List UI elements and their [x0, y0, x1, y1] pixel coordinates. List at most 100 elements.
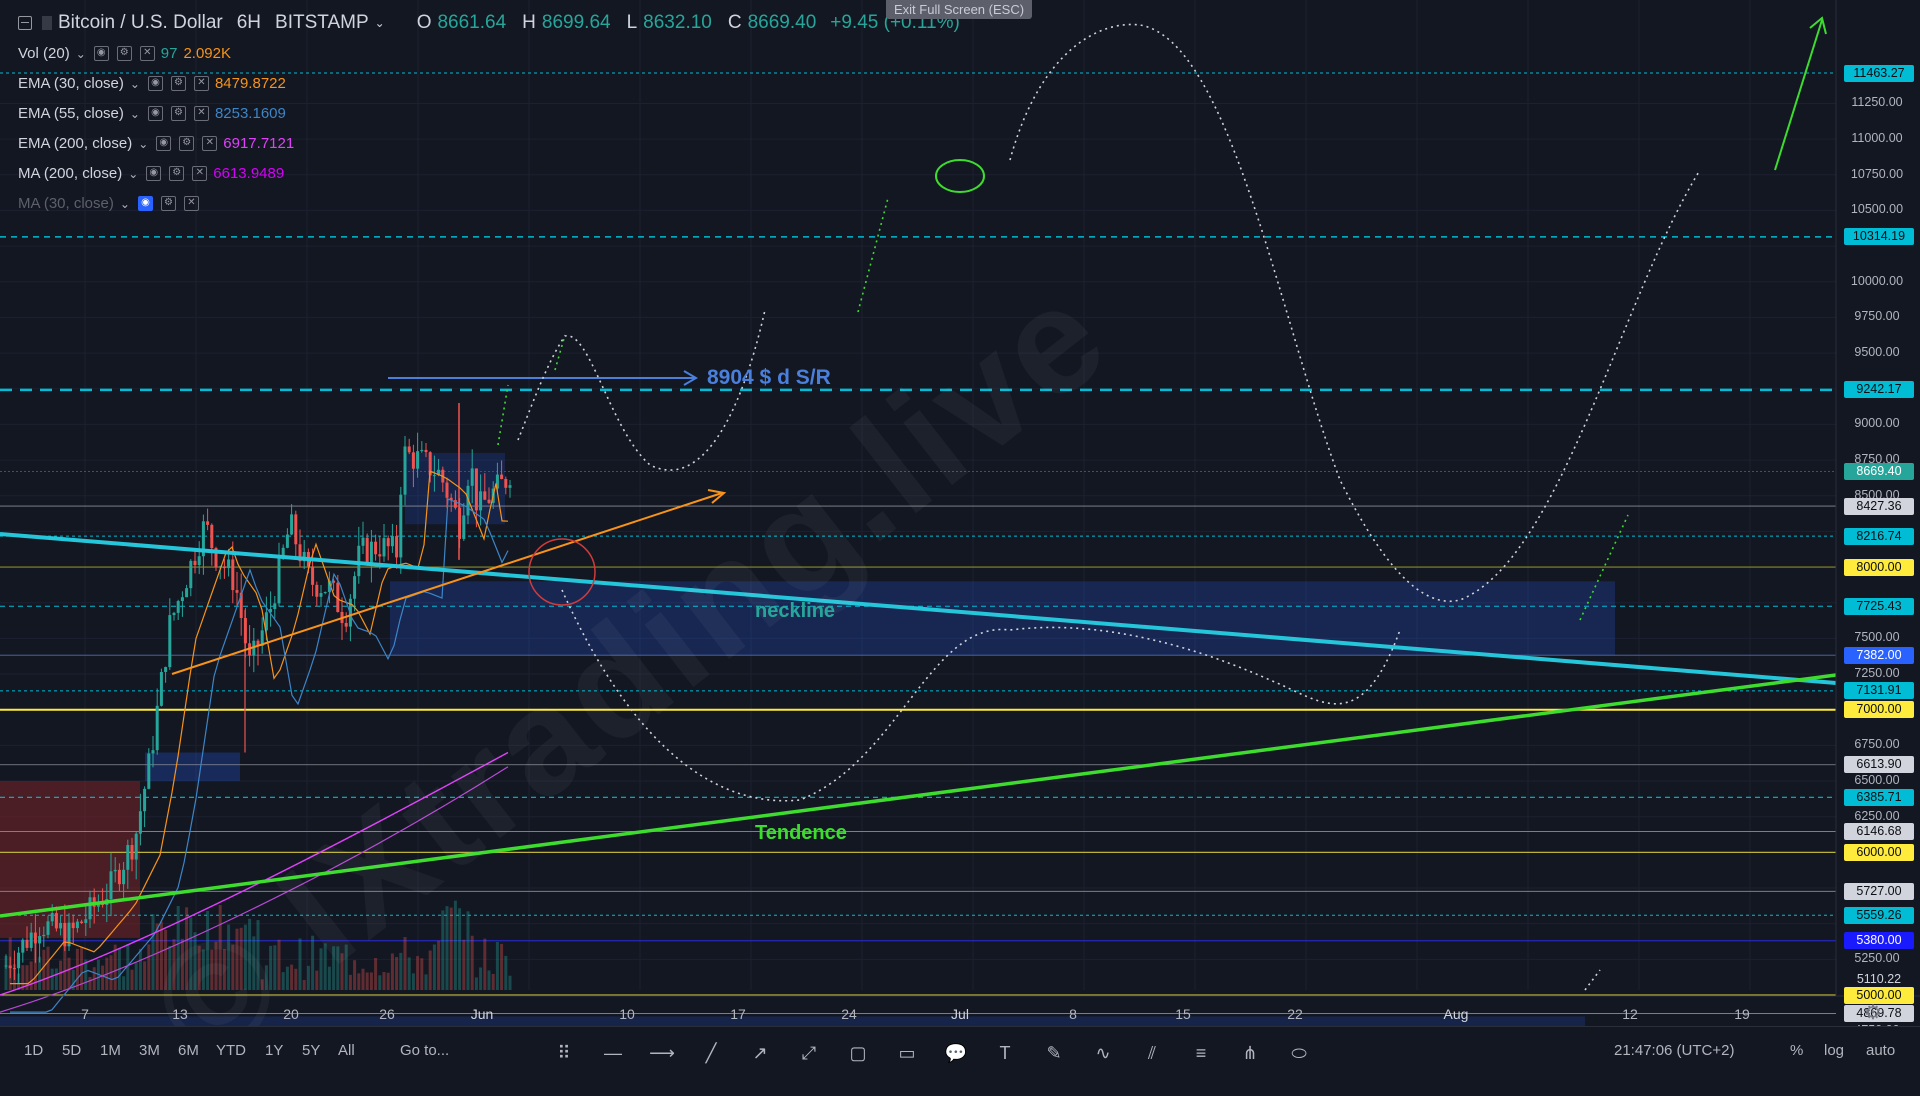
eye-icon[interactable]: ◉ — [147, 106, 163, 121]
close-icon[interactable]: ✕ — [183, 196, 199, 211]
eye-icon[interactable]: ◉ — [156, 136, 172, 151]
ellipse-icon[interactable]: ⬭ — [1286, 1040, 1312, 1066]
exit-fullscreen-tooltip[interactable]: Exit Full Screen (ESC) — [886, 0, 1033, 19]
exchange-label[interactable]: BITSTAMP — [275, 12, 369, 34]
balloon-icon[interactable]: 💬 — [943, 1040, 969, 1066]
indicator-row[interactable]: Vol (20) ⌄ ◉ ⚙ ✕ 97 2.092K — [18, 45, 231, 62]
percent-toggle[interactable]: % — [1790, 1042, 1803, 1059]
indicator-name[interactable]: Vol (20) — [18, 45, 70, 62]
price-level-tag[interactable]: 8669.40 — [1844, 463, 1914, 481]
price-level-tag[interactable]: 10314.19 — [1844, 228, 1914, 246]
fib-retracement-icon[interactable]: ≡ — [1188, 1040, 1214, 1066]
price-level-tag[interactable]: 8427.36 — [1844, 497, 1914, 515]
price-level-tag[interactable]: 7131.91 — [1844, 682, 1914, 700]
low-value: 8632.10 — [643, 12, 712, 33]
indicator-name[interactable]: MA (200, close) — [18, 165, 122, 182]
indicator-row[interactable]: EMA (30, close) ⌄ ◉ ⚙ ✕ 8479.8722 — [18, 75, 286, 92]
eye-icon[interactable]: ◉ — [146, 166, 162, 181]
auto-toggle[interactable]: auto — [1866, 1042, 1895, 1059]
settings-icon[interactable]: ⚙ — [160, 196, 176, 211]
symbol-name[interactable]: Bitcoin / U.S. Dollar — [58, 12, 223, 34]
callout-icon[interactable]: ▭ — [894, 1040, 920, 1066]
volume-bar — [491, 973, 495, 990]
range-button-1y[interactable]: 1Y — [265, 1042, 283, 1059]
indicator-name[interactable]: EMA (55, close) — [18, 105, 124, 122]
range-button-6m[interactable]: 6M — [178, 1042, 199, 1059]
horizontal-line-icon[interactable]: — — [600, 1040, 626, 1066]
extended-line-icon[interactable]: ⤢ — [796, 1040, 822, 1066]
settings-icon[interactable]: ⚙ — [169, 166, 185, 181]
range-button-ytd[interactable]: YTD — [216, 1042, 246, 1059]
volume-bar — [458, 908, 462, 990]
chevron-down-icon[interactable]: ⌄ — [130, 77, 140, 91]
price-level-tag[interactable]: 7382.00 — [1844, 646, 1914, 664]
close-icon[interactable]: ✕ — [193, 76, 209, 91]
chevron-down-icon[interactable]: ⌄ — [375, 16, 385, 30]
indicator-row[interactable]: EMA (55, close) ⌄ ◉ ⚙ ✕ 8253.1609 — [18, 105, 286, 122]
ray-icon[interactable]: ↗ — [747, 1040, 773, 1066]
chevron-down-icon[interactable]: ⌄ — [76, 47, 86, 61]
curve-icon[interactable]: ∿ — [1090, 1040, 1116, 1066]
settings-icon[interactable]: ⚙ — [170, 106, 186, 121]
price-level-tag[interactable]: 5380.00 — [1844, 932, 1914, 950]
price-level-tag[interactable]: 5727.00 — [1844, 882, 1914, 900]
close-icon[interactable]: ✕ — [193, 106, 209, 121]
close-icon[interactable]: ✕ — [192, 166, 208, 181]
text-icon[interactable]: T — [992, 1040, 1018, 1066]
eye-icon[interactable]: ◉ — [93, 46, 109, 61]
price-level-tag[interactable]: 8000.00 — [1844, 558, 1914, 576]
settings-icon[interactable]: ⚙ — [116, 46, 132, 61]
collapse-icon[interactable] — [18, 16, 32, 30]
parallel-channel-icon[interactable]: ⫽ — [1139, 1040, 1165, 1066]
settings-icon[interactable]: ⚙ — [170, 76, 186, 91]
price-level-tag[interactable]: 6613.90 — [1844, 756, 1914, 774]
price-level-tag[interactable]: 5110.22 — [1844, 970, 1914, 988]
interval-label[interactable]: 6H — [237, 12, 261, 34]
trend-line-icon[interactable]: ╱ — [698, 1040, 724, 1066]
chevron-down-icon[interactable]: ⌄ — [120, 197, 130, 211]
indicator-row[interactable]: MA (200, close) ⌄ ◉ ⚙ ✕ 6613.9489 — [18, 165, 284, 182]
price-level-tag[interactable]: 11463.27 — [1844, 64, 1914, 82]
chevron-down-icon[interactable]: ⌄ — [130, 107, 140, 121]
range-button-1d[interactable]: 1D — [24, 1042, 43, 1059]
close-icon[interactable]: ✕ — [139, 46, 155, 61]
settings-gear-icon[interactable]: ⚙ — [1864, 1000, 1882, 1025]
indicator-row[interactable]: MA (30, close) ⌄ ◉ ⚙ ✕ — [18, 195, 199, 212]
drag-handle-icon[interactable]: ⠿ — [551, 1040, 577, 1066]
price-level-tag[interactable]: 9242.17 — [1844, 381, 1914, 399]
close-icon[interactable]: ✕ — [202, 136, 218, 151]
indicator-name[interactable]: MA (30, close) — [18, 195, 114, 212]
range-button-3m[interactable]: 3M — [139, 1042, 160, 1059]
price-level-tag[interactable]: 7000.00 — [1844, 701, 1914, 719]
settings-icon[interactable]: ⚙ — [179, 136, 195, 151]
range-button-5d[interactable]: 5D — [62, 1042, 81, 1059]
price-level-tag[interactable]: 6146.68 — [1844, 822, 1914, 840]
candle-body — [504, 478, 508, 488]
chevron-down-icon[interactable]: ⌄ — [138, 137, 148, 151]
time-tick-label: 24 — [841, 1006, 857, 1022]
horizontal-ray-icon[interactable]: ⟶ — [649, 1040, 675, 1066]
range-button-1m[interactable]: 1M — [100, 1042, 121, 1059]
indicator-name[interactable]: EMA (30, close) — [18, 75, 124, 92]
close-key: C — [727, 12, 742, 33]
rectangle-icon[interactable]: ▢ — [845, 1040, 871, 1066]
indicator-row[interactable]: EMA (200, close) ⌄ ◉ ⚙ ✕ 6917.7121 — [18, 135, 294, 152]
price-level-tag[interactable]: 8216.74 — [1844, 527, 1914, 545]
high-key: H — [522, 12, 536, 33]
brush-icon[interactable]: ✎ — [1041, 1040, 1067, 1066]
chevron-down-icon[interactable]: ⌄ — [128, 167, 138, 181]
range-button-5y[interactable]: 5Y — [302, 1042, 320, 1059]
eye-icon[interactable]: ◉ — [137, 196, 153, 211]
price-level-tag[interactable]: 7725.43 — [1844, 597, 1914, 615]
pitchfork-icon[interactable]: ⋔ — [1237, 1040, 1263, 1066]
log-toggle[interactable]: log — [1824, 1042, 1844, 1059]
range-button-all[interactable]: All — [338, 1042, 355, 1059]
goto-button[interactable]: Go to... — [400, 1042, 449, 1059]
price-level-tag[interactable]: 6000.00 — [1844, 843, 1914, 861]
price-level-tag[interactable]: 6385.71 — [1844, 788, 1914, 806]
candle-body — [483, 491, 487, 500]
indicator-name[interactable]: EMA (200, close) — [18, 135, 132, 152]
price-level-tag[interactable]: 5559.26 — [1844, 906, 1914, 924]
eye-icon[interactable]: ◉ — [147, 76, 163, 91]
volume-bar — [75, 948, 79, 990]
